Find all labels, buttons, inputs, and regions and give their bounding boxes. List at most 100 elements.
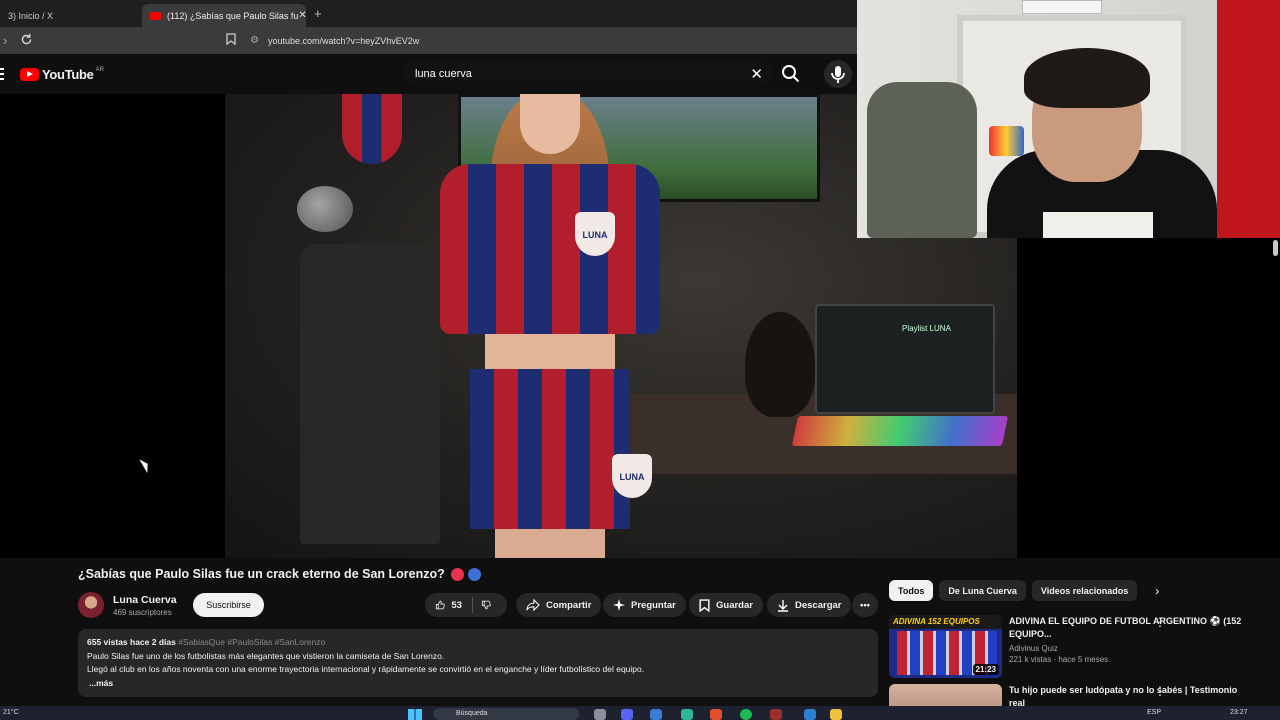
jersey-badge: LUNA	[575, 212, 615, 256]
skirt-badge: LUNA	[612, 454, 652, 498]
soccer-ball	[297, 186, 353, 232]
spotify-icon[interactable]	[740, 709, 752, 720]
show-more-link[interactable]: ...más	[87, 677, 869, 691]
like-count[interactable]: 53	[451, 600, 462, 611]
app-icon[interactable]	[770, 709, 782, 720]
recommendation-title[interactable]: ADIVINA EL EQUIPO DE FUTBOL ARGENTINO ⚽ …	[1009, 615, 1249, 641]
laptop: Playlist LUNA	[815, 304, 995, 414]
tab-label: (112) ¿Sabías que Paulo Silas fu	[167, 10, 299, 21]
recommendation-thumbnail[interactable]	[889, 684, 1002, 706]
channel-info[interactable]: Luna Cuerva 469 suscriptores	[78, 592, 177, 618]
hashtags[interactable]: #SabiasQue #PauloSilas #SanLorenzo	[178, 637, 325, 647]
browser-tab-bar: 3) Inicio / X (112) ¿Sabías que Paulo Si…	[0, 0, 857, 27]
like-dislike-group: 53	[425, 593, 507, 617]
save-button[interactable]: Guardar	[689, 593, 763, 617]
youtube-favicon-icon	[150, 11, 161, 20]
app-icon[interactable]	[681, 709, 693, 720]
reload-icon[interactable]	[20, 33, 33, 49]
recommendation-thumbnail[interactable]: ADIVINA 152 EQUIPOS 21:23	[889, 615, 1002, 678]
forward-icon[interactable]: ›	[3, 33, 7, 48]
kebab-menu-icon[interactable]: ⋮	[1154, 684, 1166, 698]
ask-label: Preguntar	[631, 599, 676, 611]
scrollbar-thumb[interactable]	[1273, 240, 1278, 256]
new-tab-icon[interactable]: +	[314, 6, 322, 21]
presenter-face	[520, 94, 580, 154]
more-actions-button[interactable]: •••	[852, 593, 878, 617]
like-divider	[471, 597, 473, 613]
url-field[interactable]: ⚙ youtube.com/watch?v=heyZVhvEV2w	[250, 31, 850, 50]
search-input[interactable]: luna cuerva ✕	[403, 61, 773, 87]
app-icon[interactable]	[650, 709, 662, 720]
keyboard-language[interactable]: ESP	[1147, 709, 1161, 716]
close-tab-icon[interactable]: ✕	[298, 10, 306, 21]
youtube-logo[interactable]: YouTube AR	[20, 67, 104, 82]
weather-temperature[interactable]: 21°C	[3, 709, 19, 716]
save-label: Guardar	[716, 599, 753, 611]
sidebar-filter-chips: Todos De Luna Cuerva Videos relacionados…	[889, 580, 1159, 601]
bookmark-save-icon	[699, 598, 710, 612]
cam-red-wall	[1217, 0, 1280, 238]
channel-name[interactable]: Luna Cuerva	[113, 594, 177, 606]
laptop-title: Playlist LUNA	[902, 324, 951, 333]
recommendation-item[interactable]: Tu hijo puede ser ludópata y no lo sabés…	[889, 684, 1259, 706]
video-duration: 21:23	[972, 664, 999, 675]
clear-search-icon[interactable]: ✕	[750, 65, 763, 83]
discord-icon[interactable]	[621, 709, 633, 720]
video-title-text: ¿Sabías que Paulo Silas fue un crack ete…	[78, 567, 445, 581]
recommendation-item[interactable]: ADIVINA 152 EQUIPOS 21:23 ADIVINA EL EQU…	[889, 615, 1259, 679]
task-view-icon[interactable]	[594, 709, 606, 720]
sparkle-icon	[613, 599, 625, 611]
tab-label: 3) Inicio / X	[8, 10, 54, 21]
tab-youtube-video[interactable]: (112) ¿Sabías que Paulo Silas fu ✕	[142, 4, 306, 27]
chevron-right-icon[interactable]: ›	[1155, 584, 1159, 598]
site-info-icon[interactable]: ⚙	[250, 35, 259, 46]
screen: 3) Inicio / X (112) ¿Sabías que Paulo Si…	[0, 0, 1280, 720]
windows-start-icon[interactable]	[408, 709, 422, 720]
kebab-menu-icon[interactable]: ⋮	[1154, 615, 1166, 629]
more-horizontal-icon: •••	[860, 599, 870, 611]
file-explorer-icon[interactable]	[830, 709, 842, 720]
cam-toy	[989, 126, 1024, 156]
subscriber-count: 469 suscriptores	[113, 607, 172, 617]
webcam-overlay	[857, 0, 1280, 238]
presenter-legs	[495, 529, 605, 558]
chip-de-luna-cuerva[interactable]: De Luna Cuerva	[939, 580, 1026, 601]
presenter-midriff	[485, 334, 615, 374]
brave-browser-icon[interactable]	[710, 709, 722, 720]
subscribe-button[interactable]: Suscribirse	[193, 593, 264, 617]
recommendation-info: Tu hijo puede ser ludópata y no lo sabés…	[1009, 684, 1249, 706]
thumbnail-banner: ADIVINA 152 EQUIPOS	[889, 615, 1002, 629]
download-label: Descargar	[795, 599, 842, 611]
red-circle-icon	[450, 567, 464, 581]
ask-button[interactable]: Preguntar	[603, 593, 686, 617]
description-box[interactable]: 655 vistas hace 2 días #SabiasQue #Paulo…	[78, 629, 878, 697]
channel-avatar[interactable]	[78, 592, 104, 618]
description-line-1: Paulo Silas fue uno de los futbolistas m…	[87, 650, 445, 661]
recommendation-title[interactable]: Tu hijo puede ser ludópata y no lo sabés…	[1009, 684, 1249, 706]
presenter-skirt	[470, 369, 630, 529]
channel-text: Luna Cuerva 469 suscriptores	[113, 594, 177, 617]
recommendation-meta: 221 k vistas · hace 5 meses	[1009, 655, 1109, 664]
bookmark-icon[interactable]	[226, 33, 236, 48]
tab-x-inicio[interactable]: 3) Inicio / X	[0, 4, 140, 27]
taskbar-search[interactable]: Búsqueda	[433, 708, 579, 720]
search-icon[interactable]	[780, 63, 802, 85]
chip-todos[interactable]: Todos	[889, 580, 934, 601]
menu-icon[interactable]	[0, 68, 4, 80]
share-label: Compartir	[546, 599, 592, 611]
app-icon[interactable]	[804, 709, 816, 720]
description-meta: 655 vistas hace 2 días #SabiasQue #Paulo…	[87, 636, 869, 650]
recommendation-channel[interactable]: Adivinus Quiz	[1009, 644, 1249, 653]
share-button[interactable]: Compartir	[516, 593, 602, 617]
youtube-header: YouTube AR luna cuerva ✕	[0, 54, 857, 94]
clock[interactable]: 23:27	[1230, 709, 1248, 716]
thumbs-up-icon[interactable]	[435, 598, 445, 612]
download-button[interactable]: Descargar	[767, 593, 852, 617]
address-bar-row: › ⚙ youtube.com/watch?v=heyZVhvEV2w	[0, 27, 857, 54]
thumbs-down-icon[interactable]	[481, 598, 491, 612]
blue-circle-icon	[467, 567, 481, 581]
chip-videos-relacionados[interactable]: Videos relacionados	[1031, 580, 1138, 601]
presenter-jersey	[440, 164, 660, 334]
page-scrollbar[interactable]	[1272, 238, 1280, 708]
microphone-icon[interactable]	[824, 60, 852, 88]
